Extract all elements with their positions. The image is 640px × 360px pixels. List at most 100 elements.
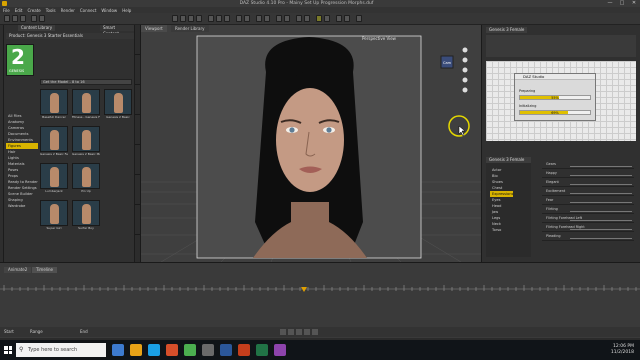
redo-tool-icon[interactable]	[39, 15, 45, 22]
param-slider[interactable]	[570, 202, 632, 203]
thumbnail-item[interactable]: Surfer Boy	[72, 200, 100, 234]
menu-tools[interactable]: Tools	[46, 8, 56, 13]
figure-tool-icon[interactable]	[296, 15, 302, 22]
task-view-icon[interactable]	[112, 344, 124, 356]
param-row[interactable]: Gears	[542, 160, 634, 169]
lights-tool-icon[interactable]	[344, 15, 350, 22]
frame-icon[interactable]	[462, 77, 468, 83]
timeline-ruler[interactable]	[0, 283, 640, 295]
light-tool-icon[interactable]	[276, 15, 282, 22]
param-row[interactable]: Flirting Forehead Right	[542, 223, 634, 232]
rewind-button[interactable]	[280, 329, 286, 335]
tab-animate2[interactable]: Animate2	[4, 267, 32, 273]
maximize-button[interactable]: □	[616, 0, 628, 7]
step-back-button[interactable]	[288, 329, 294, 335]
edge-icon[interactable]	[148, 344, 160, 356]
camera-tool-icon[interactable]	[264, 15, 270, 22]
new-scene-tool-icon[interactable]	[4, 15, 10, 22]
param-slider[interactable]	[570, 220, 632, 221]
office-icon[interactable]	[166, 344, 178, 356]
file-explorer-icon[interactable]	[130, 344, 142, 356]
fast-forward-button[interactable]	[312, 329, 318, 335]
param-row[interactable]: Fear	[542, 196, 634, 205]
translate-tool-icon[interactable]	[180, 15, 186, 22]
open-tool-icon[interactable]	[12, 15, 18, 22]
iray-tool-icon[interactable]	[336, 15, 342, 22]
spot-render-tool-icon[interactable]	[256, 15, 262, 22]
menu-connect[interactable]: Connect	[80, 8, 97, 13]
joint-editor-tool-icon[interactable]	[224, 15, 230, 22]
minimize-button[interactable]: —	[604, 0, 616, 7]
viewport-canvas[interactable]: Perspective View Cam	[141, 32, 481, 262]
geometry-editor-tool-icon[interactable]	[244, 15, 250, 22]
reset-view-icon[interactable]	[462, 87, 468, 93]
thumbnail-item[interactable]: Super Girl	[40, 200, 68, 234]
param-row[interactable]: Flirting	[542, 205, 634, 214]
node-weight-tool-icon[interactable]	[216, 15, 222, 22]
taskbar-search-input[interactable]: Type here to search	[16, 343, 106, 357]
menu-edit[interactable]: Edit	[15, 8, 23, 13]
param-slider[interactable]	[570, 211, 632, 212]
tab-timeline[interactable]: Timeline	[32, 267, 58, 273]
tab-viewport[interactable]: Viewport	[141, 25, 167, 32]
help-tool-icon[interactable]	[356, 15, 362, 22]
render-tool-icon[interactable]	[324, 15, 330, 22]
menu-file[interactable]: File	[3, 8, 10, 13]
excel-icon[interactable]	[256, 344, 268, 356]
chrome-icon[interactable]	[184, 344, 196, 356]
thumbnail-item[interactable]: Lumberjack	[40, 163, 68, 197]
zoom-icon[interactable]	[462, 67, 468, 73]
param-row[interactable]: Happy	[542, 169, 634, 178]
tab-genesis3-female[interactable]: Genesis 3 Female	[486, 27, 528, 33]
scale-tool-icon[interactable]	[196, 15, 202, 22]
camera-label[interactable]: Perspective View	[362, 36, 397, 41]
start-button[interactable]	[0, 340, 16, 360]
tab-content-library[interactable]: Content Library	[18, 25, 56, 31]
smart-content-toggle[interactable]: Smart Content	[100, 25, 134, 36]
menu-help[interactable]: Help	[122, 8, 131, 13]
select-tool-icon[interactable]	[172, 15, 178, 22]
orbit-icon[interactable]	[462, 47, 468, 53]
param-slider[interactable]	[570, 166, 632, 167]
tab-render-library[interactable]: Render Library	[171, 25, 209, 32]
thumbnail-item[interactable]: Pin Up	[72, 163, 100, 197]
param-slider[interactable]	[570, 193, 632, 194]
undo-tool-icon[interactable]	[31, 15, 37, 22]
filter-input[interactable]: Get the Model - 8 to 16	[40, 79, 132, 85]
param-row[interactable]: Elegant	[542, 178, 634, 187]
thumbnail-item[interactable]: Basefull Dancer	[40, 89, 68, 123]
powerpoint-icon[interactable]	[238, 344, 250, 356]
thumbnail-item[interactable]: Genesis 2 Basic Male	[72, 126, 100, 160]
param-slider[interactable]	[570, 184, 632, 185]
app-icon[interactable]	[274, 344, 286, 356]
menu-render[interactable]: Render	[61, 8, 75, 13]
thumbnail-item[interactable]: Fitness - Genesis Female	[72, 89, 100, 123]
step-forward-button[interactable]	[304, 329, 310, 335]
param-slider[interactable]	[570, 175, 632, 176]
tree-item-wardrobe[interactable]: Wardrobe	[6, 203, 38, 209]
save-tool-icon[interactable]	[20, 15, 26, 22]
param-slider[interactable]	[570, 238, 632, 239]
daz-studio-icon[interactable]	[202, 344, 214, 356]
param-row[interactable]: Flirting Forehead Left	[542, 214, 634, 223]
primitive-tool-icon[interactable]	[284, 15, 290, 22]
pose-tool-icon[interactable]	[304, 15, 310, 22]
menu-window[interactable]: Window	[101, 8, 117, 13]
viewport-pane[interactable]: Viewport Render Library Perspective View…	[141, 25, 481, 262]
thumbnail-item[interactable]: Genesis 2 Basic	[104, 89, 132, 123]
param-row[interactable]: Pleading	[542, 232, 634, 241]
system-clock[interactable]: 12:06 PM 11/2/2018	[611, 344, 634, 356]
rotate-tool-icon[interactable]	[188, 15, 194, 22]
param-row[interactable]: Excitement	[542, 187, 634, 196]
param-slider[interactable]	[570, 229, 632, 230]
pan-icon[interactable]	[462, 57, 468, 63]
word-icon[interactable]	[220, 344, 232, 356]
universal-tool-icon[interactable]	[208, 15, 214, 22]
thumbnail-item[interactable]: Genesis 2 Basic Female	[40, 126, 68, 160]
tree-item-torso[interactable]: Torso	[490, 227, 513, 233]
play-button[interactable]	[296, 329, 302, 335]
render-settings-tool-icon[interactable]	[316, 15, 322, 22]
close-button[interactable]: ✕	[628, 0, 640, 7]
surface-tool-icon[interactable]	[236, 15, 242, 22]
menu-create[interactable]: Create	[27, 8, 40, 13]
